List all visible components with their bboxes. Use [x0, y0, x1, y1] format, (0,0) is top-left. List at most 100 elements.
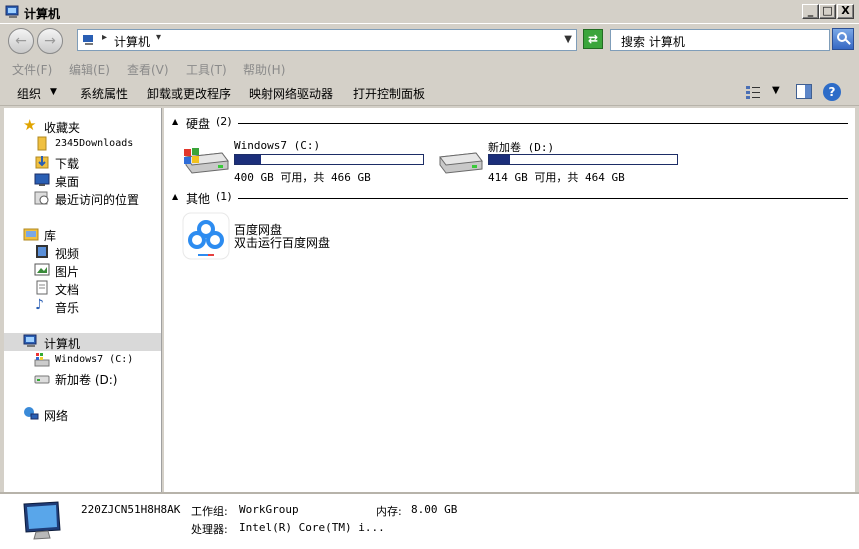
- sidebar-item-label: 音乐: [55, 301, 80, 315]
- sidebar-item-recent-places[interactable]: 最近访问的位置: [4, 189, 161, 207]
- drive-name: 新加卷 (D:): [488, 141, 555, 154]
- hard-drive-icon: [439, 152, 483, 174]
- sidebar-item-label: 下载: [55, 157, 80, 171]
- forward-arrow-icon: →: [44, 33, 56, 49]
- sidebar-item-music[interactable]: ♪ 音乐: [4, 297, 161, 315]
- computer-icon: [23, 334, 37, 347]
- back-arrow-icon: ←: [15, 33, 27, 49]
- workgroup-value: WorkGroup: [239, 503, 299, 516]
- system-properties-button[interactable]: 系统属性: [80, 85, 128, 102]
- system-drive-icon: [184, 148, 229, 174]
- group-divider: [238, 123, 848, 124]
- workgroup-label: 工作组:: [191, 505, 228, 518]
- video-icon: [36, 245, 48, 258]
- address-field[interactable]: ▸ 计算机 ▾ ▼: [77, 29, 577, 51]
- menu-edit[interactable]: 编辑(E): [69, 61, 110, 78]
- organize-dropdown-icon[interactable]: ▼: [50, 87, 57, 97]
- sidebar-item-label: 收藏夹: [44, 121, 81, 135]
- address-history-dropdown-icon[interactable]: ▼: [564, 34, 572, 45]
- drive-item-d[interactable]: 新加卷 (D:) 414 GB 可用，共 464 GB: [436, 139, 686, 184]
- app-description: 双击运行百度网盘: [234, 236, 331, 250]
- sidebar-item-2345downloads[interactable]: 2345Downloads: [4, 135, 161, 153]
- collapse-icon[interactable]: ▲: [172, 117, 178, 126]
- picture-icon: [34, 263, 50, 276]
- drive-name: Windows7 (C:): [234, 139, 321, 152]
- maximize-button[interactable]: □: [819, 4, 836, 19]
- menu-view[interactable]: 查看(V): [127, 61, 169, 78]
- preview-pane-icon[interactable]: [796, 84, 812, 99]
- sidebar-item-documents[interactable]: 文档: [4, 279, 161, 297]
- sidebar-item-label: Windows7 (C:): [55, 354, 134, 365]
- menu-file[interactable]: 文件(F): [12, 61, 52, 78]
- sidebar-item-label: 库: [44, 229, 57, 243]
- memory-value: 8.00 GB: [411, 503, 458, 516]
- download-folder-icon: [35, 156, 49, 169]
- sidebar-item-drive-c[interactable]: Windows7 (C:): [4, 351, 161, 369]
- group-title: 其他: [186, 192, 211, 206]
- sidebar-item-computer[interactable]: 计算机: [4, 333, 161, 351]
- drive-item-c[interactable]: Windows7 (C:) 400 GB 可用，共 466 GB: [182, 139, 432, 184]
- sidebar-item-drive-d[interactable]: 新加卷 (D:): [4, 369, 161, 387]
- folder-icon: [37, 136, 47, 151]
- uninstall-program-button[interactable]: 卸载或更改程序: [147, 85, 231, 102]
- star-icon: ★: [23, 116, 37, 134]
- sidebar-item-label: 最近访问的位置: [55, 193, 140, 207]
- group-header-hard-disks[interactable]: ▲ 硬盘 (2): [164, 115, 854, 131]
- processor-label: 处理器:: [191, 523, 228, 536]
- refresh-icon: ⇄: [587, 32, 599, 46]
- sidebar-item-label: 2345Downloads: [55, 138, 134, 149]
- open-control-panel-button[interactable]: 打开控制面板: [353, 85, 425, 102]
- window-title: 计算机: [24, 7, 61, 21]
- processor-value: Intel(R) Core(TM) i...: [239, 521, 385, 534]
- drive-usage-fill: [235, 155, 261, 164]
- baidu-netdisk-icon: [182, 212, 230, 260]
- navigation-pane: ★ 收藏夹 2345Downloads 下载 桌面 最近访问的位置 库 视频 图…: [4, 108, 162, 492]
- sidebar-item-downloads[interactable]: 下载: [4, 153, 161, 171]
- forward-button[interactable]: →: [37, 28, 63, 54]
- menu-tools[interactable]: 工具(T): [186, 61, 227, 78]
- computer-monitor-icon: [23, 501, 61, 540]
- music-note-icon: ♪: [35, 297, 44, 313]
- drive-usage-bar: [234, 154, 424, 165]
- breadcrumb-dropdown-icon[interactable]: ▾: [156, 32, 161, 43]
- search-input[interactable]: 搜索 计算机: [610, 29, 830, 51]
- sidebar-item-desktop[interactable]: 桌面: [4, 171, 161, 189]
- sidebar-item-pictures[interactable]: 图片: [4, 261, 161, 279]
- sidebar-item-favorites[interactable]: ★ 收藏夹: [4, 116, 161, 135]
- change-view-icon[interactable]: [745, 85, 761, 99]
- breadcrumb-arrow-icon[interactable]: ▸: [102, 32, 107, 43]
- baidu-netdisk-item[interactable]: 百度网盘 双击运行百度网盘: [182, 212, 362, 260]
- library-icon: [23, 228, 39, 241]
- view-dropdown-icon[interactable]: ▼: [772, 85, 780, 96]
- collapse-icon[interactable]: ▲: [172, 192, 178, 201]
- recent-places-icon: [34, 191, 49, 205]
- drive-usage-bar: [488, 154, 678, 165]
- memory-label: 内存:: [376, 505, 402, 518]
- details-pane: 220ZJCN51H8H8AK 工作组: WorkGroup 内存: 8.00 …: [0, 492, 859, 549]
- computer-name: 220ZJCN51H8H8AK: [81, 503, 181, 516]
- search-placeholder: 搜索 计算机: [621, 35, 685, 49]
- computer-icon: [83, 35, 93, 45]
- document-icon: [36, 280, 48, 295]
- back-button[interactable]: ←: [8, 28, 34, 54]
- sidebar-item-videos[interactable]: 视频: [4, 243, 161, 261]
- organize-button[interactable]: 组织: [17, 85, 41, 102]
- menu-help[interactable]: 帮助(H): [243, 61, 285, 78]
- sidebar-item-label: 新加卷 (D:): [55, 373, 118, 387]
- group-header-other[interactable]: ▲ 其他 (1): [164, 190, 854, 206]
- content-pane: ▲ 硬盘 (2) Windows7 (C:) 400 GB 可用，共 466 G…: [164, 108, 855, 492]
- close-button[interactable]: X: [837, 4, 854, 19]
- desktop-icon: [34, 173, 50, 186]
- refresh-button[interactable]: ⇄: [583, 29, 603, 49]
- system-drive-icon: [34, 353, 50, 367]
- map-network-drive-button[interactable]: 映射网络驱动器: [249, 85, 333, 102]
- help-icon[interactable]: ?: [823, 83, 841, 101]
- sidebar-item-label: 网络: [44, 409, 69, 423]
- sidebar-item-libraries[interactable]: 库: [4, 225, 161, 243]
- drive-usage-fill: [489, 155, 510, 164]
- minimize-button[interactable]: _: [802, 4, 819, 19]
- sidebar-item-network[interactable]: 网络: [4, 405, 161, 423]
- breadcrumb-computer[interactable]: 计算机: [114, 33, 150, 50]
- search-button[interactable]: [832, 28, 854, 50]
- drive-free-space: 400 GB 可用，共 466 GB: [234, 171, 371, 184]
